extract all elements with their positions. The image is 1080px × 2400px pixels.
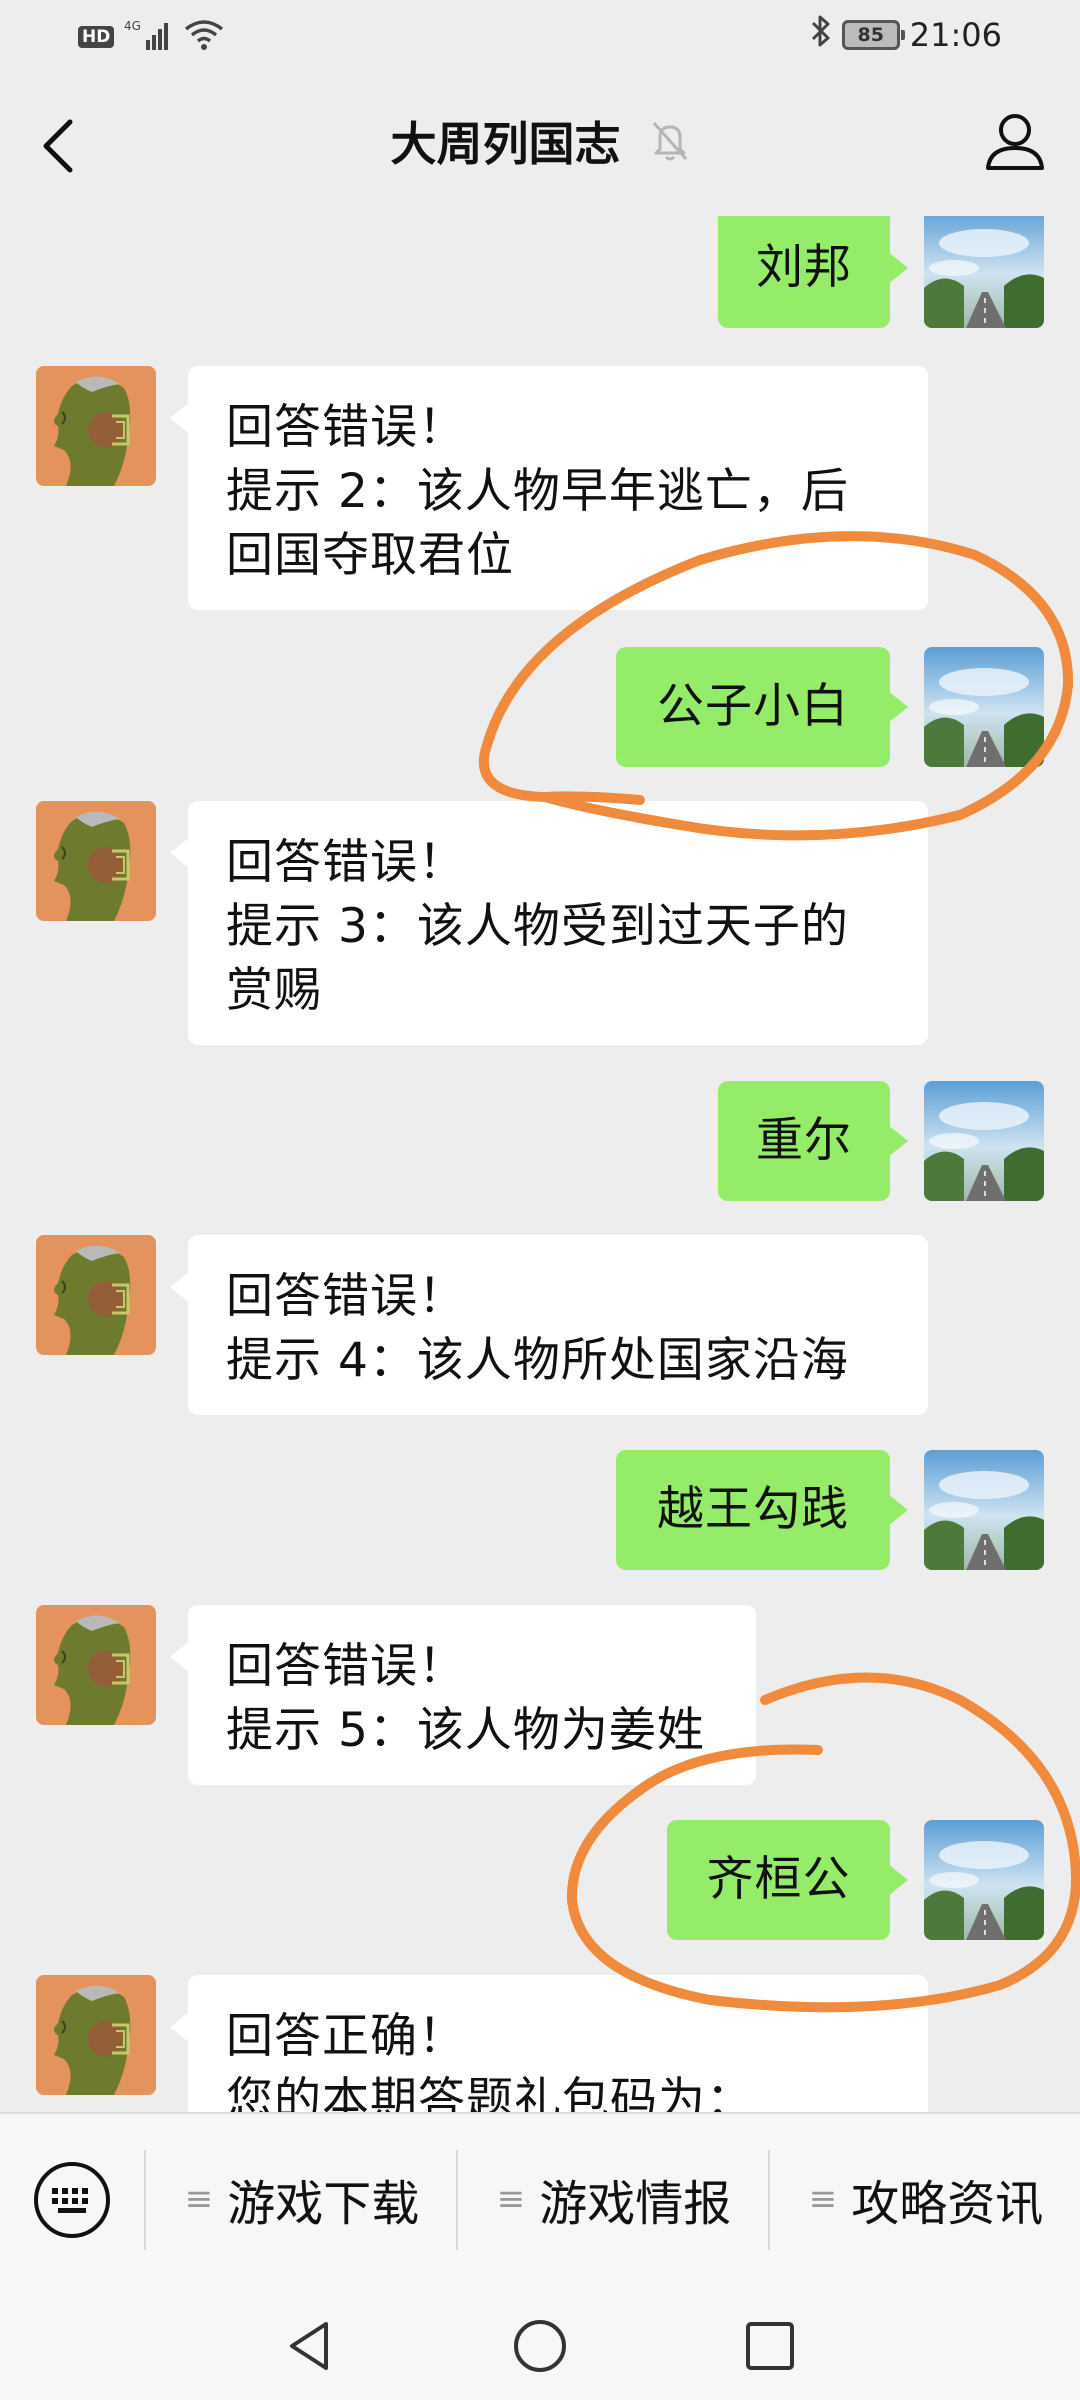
triangle-back-icon[interactable] (280, 2316, 340, 2376)
bot-message-bubble[interactable]: 回答正确！ 您的本期答题礼包码为： (170, 1975, 928, 2112)
bell-muted-icon (650, 119, 690, 163)
person-icon[interactable] (980, 106, 1050, 176)
message-me: 公子小白 (0, 647, 1080, 767)
message-line: 提示 3：该人物受到过天子的 (226, 899, 849, 954)
message-me: 重尔 (0, 1081, 1080, 1201)
bot-message-bubble[interactable]: 回答错误！ 提示 3：该人物受到过天子的 赏赐 (170, 801, 928, 1045)
status-bar: HD 4G 85 21:06 (0, 0, 1080, 72)
network-type: 4G (124, 19, 141, 33)
my-message-bubble[interactable]: 齐桓公 (667, 1820, 908, 1940)
message-line: 提示 5：该人物为姜姓 (226, 1703, 705, 1758)
message-line: 赏赐 (226, 963, 322, 1018)
menu-divider (456, 2150, 458, 2250)
circle-home-icon[interactable] (510, 2316, 570, 2376)
message-bot: 回答错误！ 提示 3：该人物受到过天子的 赏赐 (0, 801, 1080, 1045)
menu-lines-icon: ≡ (808, 2179, 838, 2219)
menu-divider (768, 2150, 770, 2250)
wifi-icon (184, 19, 224, 55)
message-bot: 回答错误！ 提示 4：该人物所处国家沿海 (0, 1235, 1080, 1415)
hd-badge: HD (78, 26, 115, 48)
menu-item-strategy[interactable]: ≡ 攻略资讯 (774, 2144, 1078, 2254)
status-right: 85 21:06 (810, 14, 1002, 56)
bot-avatar[interactable] (36, 366, 156, 486)
message-bot: 回答错误！ 提示 5：该人物为姜姓 (0, 1605, 1080, 1785)
message-me: 齐桓公 (0, 1820, 1080, 1940)
menu-item-label: 攻略资讯 (851, 2176, 1044, 2232)
bot-message-bubble[interactable]: 回答错误！ 提示 5：该人物为姜姓 (170, 1605, 756, 1785)
menu-lines-icon: ≡ (184, 2179, 214, 2219)
message-line: 回答错误！ (226, 835, 466, 890)
bottom-menu-bar: ≡ 游戏下载 ≡ 游戏情报 ≡ 攻略资讯 (0, 2112, 1080, 2288)
my-avatar[interactable] (924, 647, 1044, 767)
battery-indicator: 85 (841, 20, 905, 50)
bot-avatar[interactable] (36, 1605, 156, 1725)
page-title: 大周列国志 (390, 117, 621, 171)
my-avatar[interactable] (924, 1820, 1044, 1940)
bluetooth-icon (810, 14, 832, 56)
bot-avatar[interactable] (36, 1975, 156, 2095)
my-message-bubble[interactable]: 公子小白 (616, 647, 908, 767)
keyboard-icon[interactable] (32, 2160, 112, 2240)
menu-lines-icon: ≡ (496, 2179, 526, 2219)
signal-icon: 4G (124, 18, 174, 56)
message-line: 回答正确！ (226, 2009, 466, 2064)
message-bot: 回答错误！ 提示 2：该人物早年逃亡，后 回国夺取君位 (0, 366, 1080, 610)
message-me: 刘邦 (0, 216, 1080, 328)
status-left: HD 4G (78, 18, 224, 56)
message-line: 回答错误！ (226, 1269, 466, 1324)
my-avatar[interactable] (924, 1081, 1044, 1201)
menu-item-game-news[interactable]: ≡ 游戏情报 (462, 2144, 766, 2254)
bot-avatar[interactable] (36, 801, 156, 921)
message-line: 回答错误！ (226, 1639, 466, 1694)
my-message-bubble[interactable]: 重尔 (718, 1081, 908, 1201)
bot-avatar[interactable] (36, 1235, 156, 1355)
chat-title-wrap: 大周列国志 (0, 108, 1080, 174)
message-line: 提示 4：该人物所处国家沿海 (226, 1333, 849, 1388)
message-line: 回答错误！ (226, 400, 466, 455)
menu-item-game-download[interactable]: ≡ 游戏下载 (150, 2144, 454, 2254)
message-me: 越王勾践 (0, 1450, 1080, 1570)
title-bar: 大周列国志 (0, 72, 1080, 216)
message-line: 提示 2：该人物早年逃亡，后 (226, 464, 849, 519)
my-avatar[interactable] (924, 1450, 1044, 1570)
system-nav-bar (0, 2288, 1080, 2400)
message-line: 您的本期答题礼包码为： (226, 2073, 754, 2112)
chat-area[interactable]: 刘邦 回答错误！ 提示 2：该人物早年逃亡，后 回国夺取君位 公子小白 回答错误… (0, 216, 1080, 2112)
my-avatar[interactable] (924, 216, 1044, 328)
menu-item-label: 游戏下载 (227, 2176, 420, 2232)
bot-message-bubble[interactable]: 回答错误！ 提示 4：该人物所处国家沿海 (170, 1235, 928, 1415)
clock: 21:06 (909, 16, 1002, 54)
message-bot: 回答正确！ 您的本期答题礼包码为： (0, 1975, 1080, 2112)
bot-message-bubble[interactable]: 回答错误！ 提示 2：该人物早年逃亡，后 回国夺取君位 (170, 366, 928, 610)
my-message-bubble[interactable]: 刘邦 (718, 216, 908, 328)
menu-item-label: 游戏情报 (539, 2176, 732, 2232)
message-line: 回国夺取君位 (226, 528, 514, 583)
menu-divider (144, 2150, 146, 2250)
square-recents-icon[interactable] (740, 2316, 800, 2376)
my-message-bubble[interactable]: 越王勾践 (616, 1450, 908, 1570)
